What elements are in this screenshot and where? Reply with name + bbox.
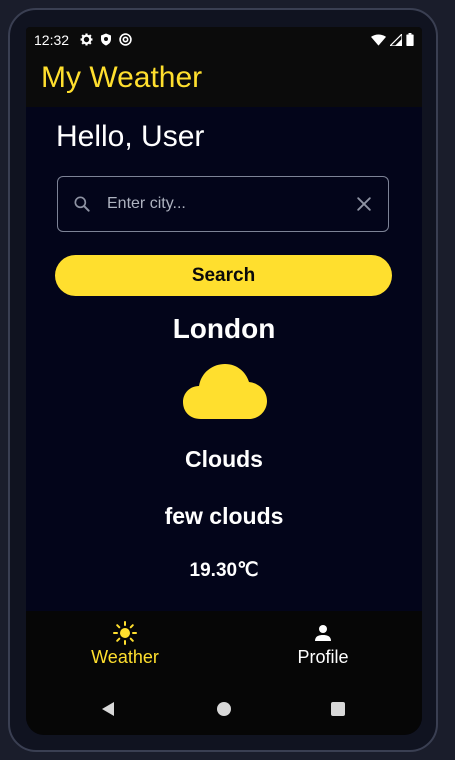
wifi-icon (371, 34, 386, 46)
app-bar: My Weather (26, 55, 422, 107)
search-field[interactable] (57, 176, 389, 232)
sun-icon (113, 621, 137, 645)
search-button[interactable]: Search (55, 255, 392, 296)
temperature: 19.30℃ (189, 560, 259, 581)
signal-icon (390, 33, 402, 46)
close-icon[interactable] (354, 194, 374, 214)
cloud-icon (183, 364, 267, 419)
app-screen: 12:32 My Weather Hello, User Enter city.… (26, 27, 422, 735)
search-icon (74, 196, 90, 212)
nav-label-profile: Profile (297, 647, 349, 667)
battery-icon (406, 33, 414, 46)
nav-item-weather[interactable]: Weather (65, 621, 185, 668)
system-navigation-bar (26, 683, 422, 735)
gear-icon (80, 33, 93, 46)
status-icons-right (371, 33, 414, 46)
home-icon[interactable] (215, 700, 233, 718)
city-name: London (172, 313, 276, 344)
nav-label-weather: Weather (91, 647, 159, 667)
person-icon (315, 625, 331, 641)
nav-item-profile[interactable]: Profile (263, 621, 383, 668)
search-input[interactable] (105, 183, 354, 225)
bottom-navigation: Weather Profile (26, 611, 422, 683)
weather-condition: Clouds (185, 446, 263, 472)
at-icon (119, 33, 132, 46)
status-time: 12:32 (34, 32, 70, 48)
status-bar: 12:32 (26, 27, 422, 55)
shield-icon (101, 33, 111, 46)
recents-icon[interactable] (329, 700, 347, 718)
greeting-text: Hello, User (56, 120, 205, 153)
back-icon[interactable] (99, 700, 117, 718)
status-icons-left (80, 33, 132, 46)
app-title: My Weather (41, 61, 203, 94)
weather-description: few clouds (164, 503, 284, 529)
